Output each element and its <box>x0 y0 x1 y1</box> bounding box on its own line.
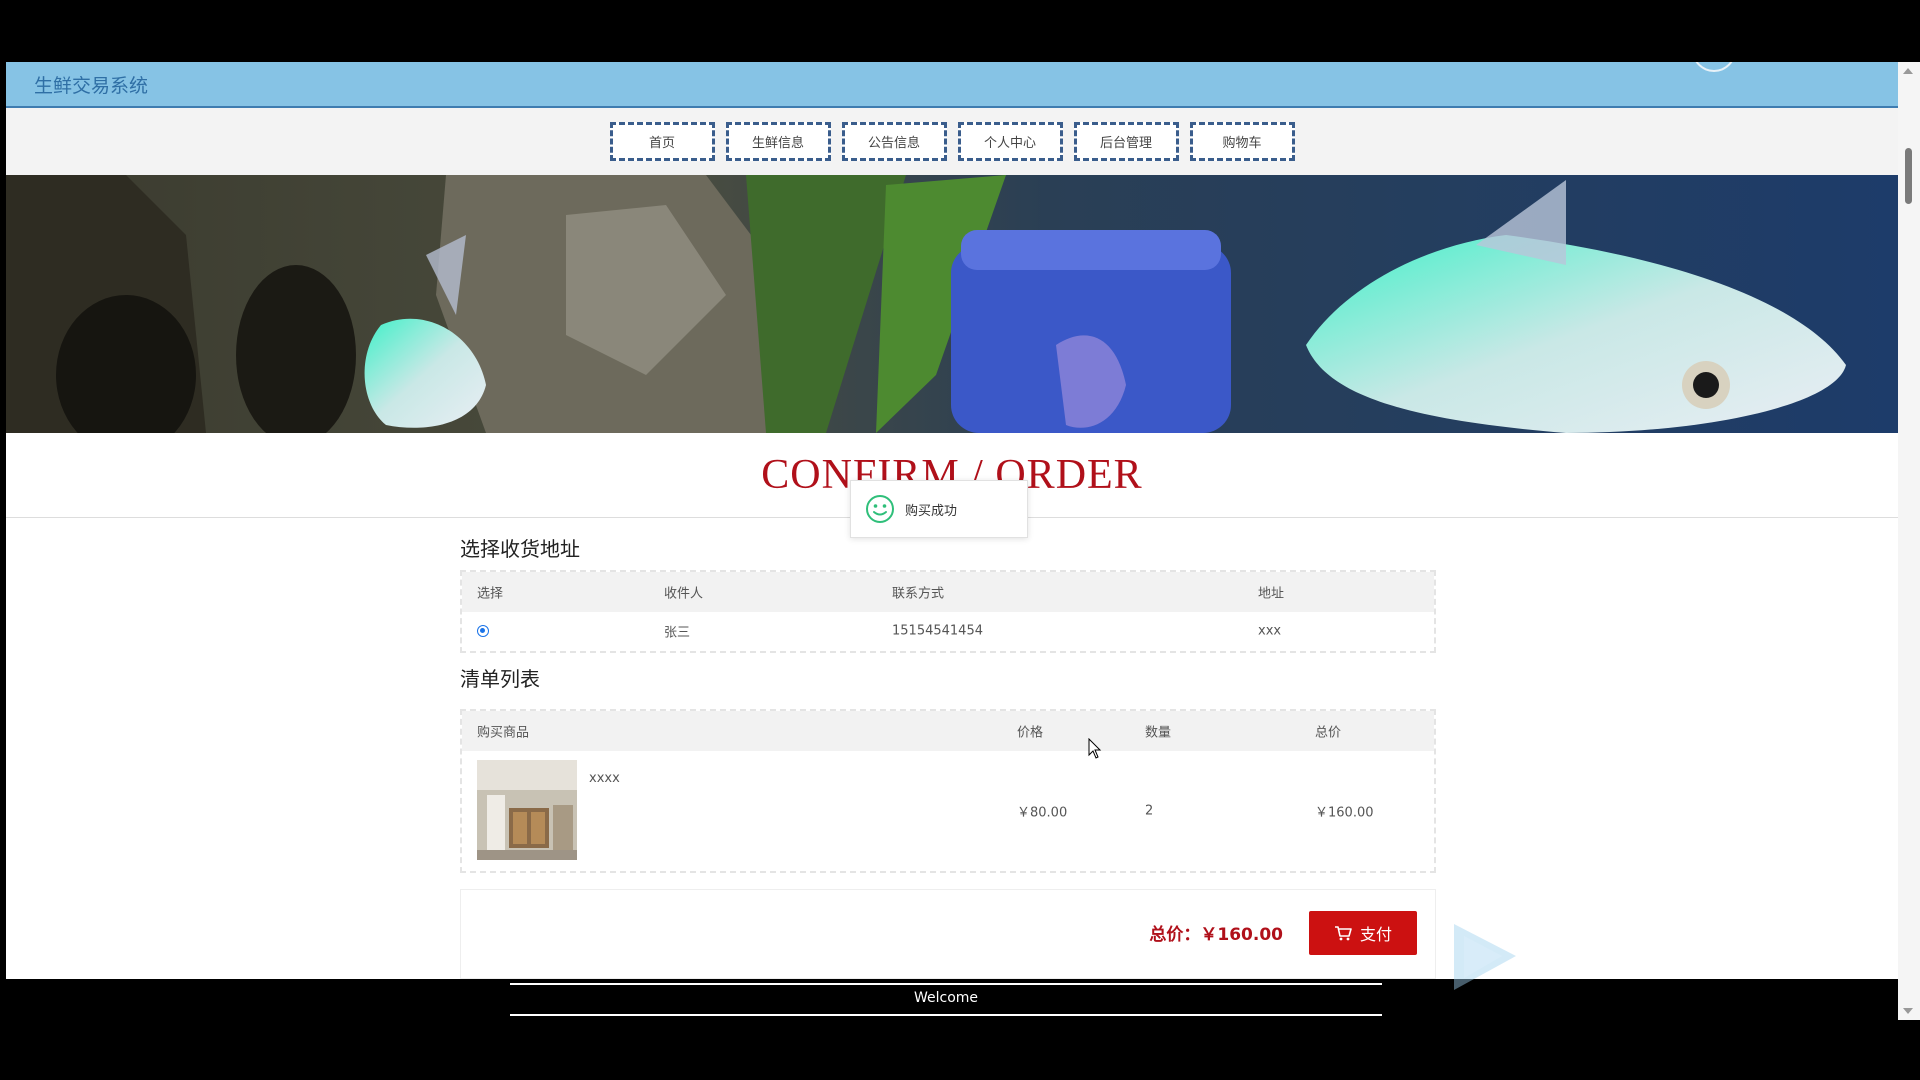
col-quantity: 数量 <box>1145 725 1172 741</box>
nav-fresh-info[interactable]: 生鲜信息 <box>725 122 831 161</box>
item-price: ￥80.00 <box>1017 805 1068 821</box>
scroll-thumb[interactable] <box>1905 148 1912 204</box>
items-table: 购买商品 价格 数量 总价 xxxx ￥80.00 2 ￥160.00 <box>460 709 1436 873</box>
mouse-cursor-icon <box>1088 738 1102 759</box>
col-price: 价格 <box>1017 725 1044 741</box>
nav-home[interactable]: 首页 <box>609 122 715 161</box>
page-scrollbar[interactable] <box>1898 62 1920 1020</box>
address-table: 选择 收件人 联系方式 地址 张三 15154541454 xxx <box>460 570 1436 653</box>
footer-welcome: Welcome <box>913 990 979 1006</box>
col-select: 选择 <box>477 586 504 602</box>
receiver-name: 张三 <box>664 625 691 640</box>
product-name[interactable]: xxxx <box>589 771 620 786</box>
toast-message: 购买成功 <box>905 503 958 519</box>
site-title[interactable]: 生鲜交易系统 <box>34 71 148 98</box>
items-section-title: 清单列表 <box>460 667 540 691</box>
banner-image <box>6 175 1898 433</box>
scroll-up-arrow-icon[interactable] <box>1903 68 1913 74</box>
item-subtotal: ￥160.00 <box>1315 805 1374 821</box>
col-subtotal: 总价 <box>1315 725 1342 741</box>
avatar[interactable] <box>1692 62 1736 72</box>
watermark-play-logo-icon <box>1454 924 1516 990</box>
footer-divider-top <box>510 983 1382 985</box>
contact-phone: 15154541454 <box>892 623 983 638</box>
address-text: xxx <box>1258 623 1282 638</box>
item-row: xxxx ￥80.00 2 ￥160.00 <box>462 751 1434 871</box>
col-contact: 联系方式 <box>892 586 945 602</box>
top-header: 生鲜交易系统 <box>6 62 1898 108</box>
items-table-header: 购买商品 价格 数量 总价 <box>462 711 1434 751</box>
smile-icon <box>866 495 894 523</box>
address-row[interactable]: 张三 15154541454 xxx <box>462 612 1434 649</box>
address-section-title: 选择收货地址 <box>460 537 580 561</box>
nav-cart[interactable]: 购物车 <box>1189 122 1295 161</box>
success-toast: 购买成功 <box>850 480 1028 538</box>
total-price: 总价：￥160.00 <box>1149 925 1283 945</box>
aquarium-banner <box>6 175 1898 433</box>
pay-label: 支付 <box>1359 925 1392 944</box>
checkout-bar: 总价：￥160.00 支付 <box>460 889 1436 979</box>
address-table-header: 选择 收件人 联系方式 地址 <box>462 572 1434 612</box>
main-nav: 首页 生鲜信息 公告信息 个人中心 后台管理 购物车 <box>6 108 1898 175</box>
nav-announcements[interactable]: 公告信息 <box>841 122 947 161</box>
cart-icon <box>1334 926 1352 941</box>
pay-button[interactable]: 支付 <box>1309 911 1417 955</box>
item-quantity: 2 <box>1145 803 1154 819</box>
scroll-down-arrow-icon[interactable] <box>1903 1008 1913 1014</box>
col-product: 购买商品 <box>477 725 530 741</box>
col-receiver: 收件人 <box>664 586 704 602</box>
nav-admin[interactable]: 后台管理 <box>1073 122 1179 161</box>
address-radio[interactable] <box>477 624 489 637</box>
product-thumbnail[interactable] <box>477 760 577 860</box>
footer-divider-bottom <box>510 1014 1382 1016</box>
col-address: 地址 <box>1258 586 1285 602</box>
nav-personal-center[interactable]: 个人中心 <box>957 122 1063 161</box>
